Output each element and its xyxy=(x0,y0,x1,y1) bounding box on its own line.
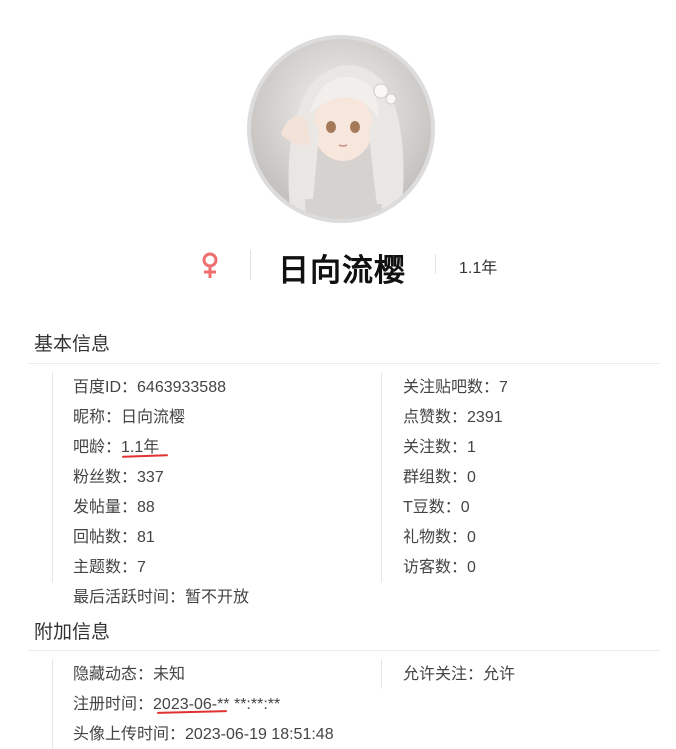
info-value: 7 xyxy=(137,559,146,576)
info-row-groups: 群组数：0 xyxy=(403,463,476,487)
info-label: 群组数： xyxy=(403,469,468,486)
info-value: 0 xyxy=(460,499,470,516)
info-row-avatar-upload-time: 头像上传时间：2023-06-19 18:51:48 xyxy=(73,720,334,744)
red-annotation-underline xyxy=(121,454,169,458)
info-row-t-beans: T豆数：0 xyxy=(403,493,470,517)
info-row-allow-follow: 允许关注：允许 xyxy=(403,660,515,684)
info-value: 允许 xyxy=(483,666,516,683)
info-value: 2023-06-19 18:51:48 xyxy=(185,726,334,743)
info-value: 88 xyxy=(137,499,155,516)
right-column-border xyxy=(381,659,382,689)
info-label: 点赞数： xyxy=(403,409,468,426)
info-value: 1 xyxy=(467,439,476,456)
left-column-border xyxy=(52,659,53,749)
info-value: 7 xyxy=(499,379,508,396)
info-row-posts: 发帖量：88 xyxy=(73,493,155,517)
info-row-likes: 点赞数：2391 xyxy=(403,403,503,427)
header-divider xyxy=(435,254,436,274)
profile-header: 日向流樱 1.1年 xyxy=(0,240,676,290)
info-value: 日向流樱 xyxy=(121,409,186,426)
info-label: 百度ID： xyxy=(73,379,138,396)
section-title-extra-info: 附加信息 xyxy=(34,622,111,643)
info-value: 6463933588 xyxy=(137,379,226,396)
info-row-fans: 粉丝数：337 xyxy=(73,463,164,487)
info-row-baidu-id: 百度ID：6463933588 xyxy=(73,373,226,397)
info-label: 注册时间： xyxy=(73,696,154,713)
info-label: 发帖量： xyxy=(73,499,138,516)
avatar[interactable] xyxy=(251,39,431,219)
info-label: 关注数： xyxy=(403,439,468,456)
info-row-replies: 回帖数：81 xyxy=(73,523,155,547)
account-age-badge: 1.1年 xyxy=(459,260,498,277)
info-label: 访客数： xyxy=(403,559,468,576)
info-label: 粉丝数： xyxy=(73,469,138,486)
info-label: 礼物数： xyxy=(403,529,468,546)
info-label: 头像上传时间： xyxy=(73,726,186,743)
info-label: 主题数： xyxy=(73,559,138,576)
info-value: 0 xyxy=(467,469,476,486)
info-row-gifts: 礼物数：0 xyxy=(403,523,476,547)
info-value: 0 xyxy=(467,529,476,546)
info-value: 未知 xyxy=(153,666,186,683)
info-value: 2391 xyxy=(467,409,503,426)
left-column-border xyxy=(52,372,53,582)
info-label: 隐藏动态： xyxy=(73,666,154,683)
avatar-image xyxy=(251,39,431,219)
info-label: 吧龄： xyxy=(73,439,122,456)
info-row-nickname: 昵称：日向流樱 xyxy=(73,403,185,427)
section-title-basic-info: 基本信息 xyxy=(34,334,111,355)
female-gender-icon xyxy=(198,250,222,280)
info-row-following: 关注数：1 xyxy=(403,433,476,457)
info-row-hidden-activity: 隐藏动态：未知 xyxy=(73,660,185,684)
username: 日向流樱 xyxy=(278,253,406,288)
info-label: 最后活跃时间： xyxy=(73,589,186,606)
info-value: 337 xyxy=(137,469,164,486)
info-value: 81 xyxy=(137,529,155,546)
info-row-last-active: 最后活跃时间：暂不开放 xyxy=(73,583,249,607)
section-divider xyxy=(28,650,660,651)
info-value: 暂不开放 xyxy=(185,589,250,606)
right-column-border xyxy=(381,372,382,582)
avatar-frame xyxy=(247,35,435,223)
header-divider xyxy=(250,250,251,280)
info-row-visitors: 访客数：0 xyxy=(403,553,476,577)
info-value: 0 xyxy=(467,559,476,576)
info-row-threads: 主题数：7 xyxy=(73,553,146,577)
info-label: 允许关注： xyxy=(403,666,484,683)
info-value: 1.1年 xyxy=(121,439,160,456)
section-divider xyxy=(28,363,660,364)
info-label: 关注贴吧数： xyxy=(403,379,500,396)
info-row-bar-age: 吧龄：1.1年 xyxy=(73,433,159,457)
info-label: 昵称： xyxy=(73,409,122,426)
info-row-followed-bars: 关注贴吧数：7 xyxy=(403,373,508,397)
info-label: 回帖数： xyxy=(73,529,138,546)
info-label: T豆数： xyxy=(403,499,461,516)
